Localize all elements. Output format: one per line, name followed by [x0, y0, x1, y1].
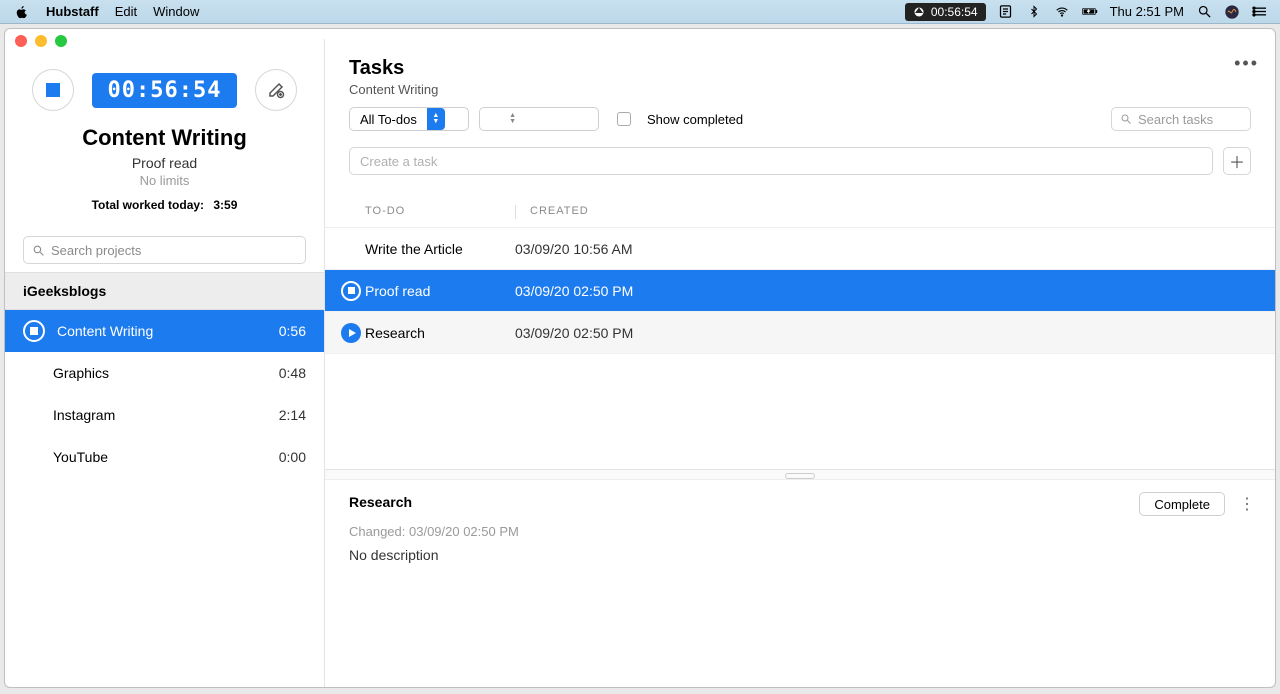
total-value: 3:59 — [213, 198, 237, 212]
project-item-instagram[interactable]: Instagram 2:14 — [5, 394, 324, 436]
create-task-button[interactable]: ＋ — [1223, 147, 1251, 175]
task-columns-header: TO-DO CREATED — [325, 187, 1275, 228]
project-item-graphics[interactable]: Graphics 0:48 — [5, 352, 324, 394]
secondary-filter-select[interactable]: ▲▼ — [479, 107, 599, 131]
project-item-content-writing[interactable]: Content Writing 0:56 — [5, 310, 324, 352]
todo-filter-select[interactable]: All To-dos ▲▼ — [349, 107, 469, 131]
create-task-input[interactable]: Create a task — [349, 147, 1213, 175]
project-item-youtube[interactable]: YouTube 0:00 — [5, 436, 324, 478]
detail-changed: Changed: 03/09/20 02:50 PM — [349, 524, 1251, 539]
timer-stop-button[interactable] — [32, 69, 74, 111]
mac-menubar: Hubstaff Edit Window 00:56:54 Thu 2:51 P… — [0, 0, 1280, 24]
main-panel: Tasks Content Writing ••• All To-dos ▲▼ … — [325, 39, 1275, 687]
project-name: YouTube — [23, 449, 108, 465]
select-stepper-icon: ▲▼ — [504, 113, 522, 125]
current-task: Proof read — [23, 155, 306, 171]
play-icon — [341, 323, 361, 343]
search-icon — [32, 244, 45, 257]
tasks-title: Tasks — [349, 57, 1251, 80]
siri-icon[interactable] — [1224, 4, 1240, 20]
detail-description: No description — [349, 547, 1251, 563]
todo-filter-value: All To-dos — [350, 112, 427, 127]
filter-row: All To-dos ▲▼ ▲▼ Show completed Search t… — [325, 107, 1275, 141]
task-row[interactable]: Write the Article 03/09/20 10:56 AM — [325, 228, 1275, 270]
timer-block: 00:56:54 Content Writing Proof read No l… — [5, 39, 324, 222]
complete-button[interactable]: Complete — [1139, 492, 1225, 516]
menubar-hubstaff-timer[interactable]: 00:56:54 — [905, 3, 986, 21]
search-tasks-input[interactable]: Search tasks — [1111, 107, 1251, 131]
project-list: Content Writing 0:56 Graphics 0:48 Insta… — [5, 310, 324, 478]
project-time: 0:56 — [279, 323, 306, 339]
stop-icon — [46, 83, 60, 97]
search-tasks-placeholder: Search tasks — [1138, 112, 1213, 127]
project-time: 2:14 — [279, 407, 306, 423]
stop-icon — [341, 281, 361, 301]
task-created: 03/09/20 02:50 PM — [515, 325, 633, 341]
pencil-icon — [267, 81, 285, 99]
project-name: Content Writing — [57, 323, 153, 339]
menubar-appname[interactable]: Hubstaff — [46, 4, 99, 19]
tray-icon[interactable] — [998, 4, 1014, 20]
task-row[interactable]: Research 03/09/20 02:50 PM — [325, 312, 1275, 354]
project-name: Graphics — [23, 365, 109, 381]
search-icon — [1120, 113, 1132, 125]
project-name: Instagram — [23, 407, 115, 423]
task-todo: Research — [365, 325, 515, 341]
menubar-item-window[interactable]: Window — [153, 4, 199, 19]
menubar-timer-value: 00:56:54 — [931, 5, 978, 19]
task-todo: Proof read — [365, 283, 515, 299]
sidebar: 00:56:54 Content Writing Proof read No l… — [5, 39, 325, 687]
control-center-icon[interactable] — [1252, 4, 1268, 20]
apple-icon[interactable] — [14, 4, 30, 20]
task-created: 03/09/20 10:56 AM — [515, 241, 633, 257]
timer-edit-button[interactable] — [255, 69, 297, 111]
total-label: Total worked today: — [92, 198, 204, 212]
task-created: 03/09/20 02:50 PM — [515, 283, 633, 299]
detail-more-button[interactable]: ⋮ — [1239, 494, 1255, 514]
wifi-icon[interactable] — [1054, 4, 1070, 20]
limits-label: No limits — [23, 173, 306, 188]
project-time: 0:00 — [279, 449, 306, 465]
project-time: 0:48 — [279, 365, 306, 381]
search-projects-placeholder: Search projects — [51, 243, 141, 258]
search-projects-input[interactable]: Search projects — [23, 236, 306, 264]
org-header[interactable]: iGeeksblogs — [5, 272, 324, 310]
battery-icon[interactable] — [1082, 4, 1098, 20]
detail-title: Research — [349, 494, 1251, 510]
menubar-item-edit[interactable]: Edit — [115, 4, 137, 19]
stop-icon — [23, 320, 45, 342]
task-row[interactable]: Proof read 03/09/20 02:50 PM — [325, 270, 1275, 312]
panel-resizer[interactable] — [325, 469, 1275, 479]
spotlight-icon[interactable] — [1196, 4, 1212, 20]
app-window: 00:56:54 Content Writing Proof read No l… — [4, 28, 1276, 688]
more-menu-button[interactable]: ••• — [1234, 53, 1259, 74]
select-stepper-icon: ▲▼ — [427, 108, 445, 130]
create-task-placeholder: Create a task — [360, 154, 437, 169]
task-todo: Write the Article — [365, 241, 515, 257]
main-header: Tasks Content Writing ••• — [325, 39, 1275, 107]
task-detail-panel: Research Complete ⋮ Changed: 03/09/20 02… — [325, 479, 1275, 687]
bluetooth-icon[interactable] — [1026, 4, 1042, 20]
col-todo: TO-DO — [365, 205, 515, 219]
show-completed-label: Show completed — [647, 112, 743, 127]
window-titlebar — [5, 29, 1275, 39]
col-created: CREATED — [530, 205, 589, 219]
timer-elapsed: 00:56:54 — [92, 73, 238, 108]
create-task-row: Create a task ＋ — [325, 141, 1275, 187]
plus-icon: ＋ — [1229, 149, 1245, 173]
tasks-subtitle: Content Writing — [349, 82, 1251, 97]
menubar-clock[interactable]: Thu 2:51 PM — [1110, 4, 1184, 19]
current-project: Content Writing — [23, 125, 306, 151]
show-completed-checkbox[interactable] — [617, 112, 631, 126]
